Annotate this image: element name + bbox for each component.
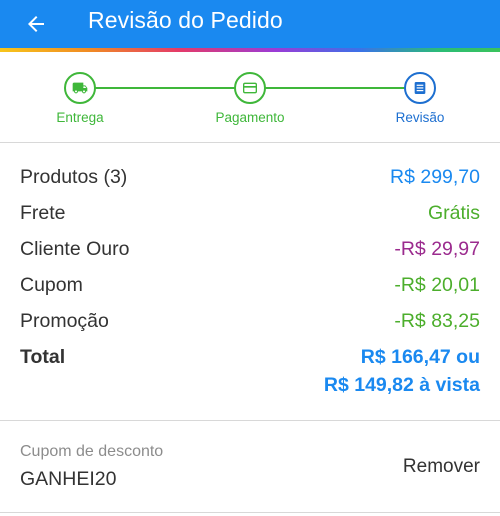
summary-row-cliente-ouro: Cliente Ouro -R$ 29,97: [0, 234, 500, 268]
step-circle: [234, 72, 266, 104]
summary-row-cupom: Cupom -R$ 20,01: [0, 270, 500, 304]
total-label: Total: [20, 346, 66, 368]
summary-value: Grátis: [427, 202, 480, 224]
summary-value: R$ 299,70: [390, 166, 480, 188]
step-pagamento[interactable]: Pagamento: [195, 72, 305, 125]
summary-value: -R$ 83,25: [394, 310, 480, 332]
step-circle: [64, 72, 96, 104]
divider: [0, 142, 500, 143]
step-label: Pagamento: [215, 110, 285, 125]
checkout-stepper: Entrega Pagamento Revisão: [0, 52, 500, 142]
step-label: Entrega: [56, 110, 104, 125]
divider: [0, 420, 500, 421]
back-button[interactable]: [18, 6, 54, 42]
step-label: Revisão: [395, 110, 445, 125]
total-cash-value: R$ 149,82 à vista: [323, 374, 480, 396]
page-title: Revisão do Pedido: [88, 7, 283, 33]
arrow-left-icon: [28, 16, 44, 32]
step-revisao[interactable]: Revisão: [365, 72, 475, 125]
step-circle: [404, 72, 436, 104]
summary-row-promocao: Promoção -R$ 83,25: [0, 306, 500, 340]
summary-label: Promoção: [20, 310, 109, 332]
credit-card-icon: [243, 82, 257, 94]
summary-value: -R$ 29,97: [394, 238, 480, 260]
app-bar: Revisão do Pedido: [0, 0, 500, 48]
list-icon: [414, 82, 426, 94]
summary-value: -R$ 20,01: [394, 274, 480, 296]
step-entrega[interactable]: Entrega: [25, 72, 135, 125]
summary-row-total-cash: R$ 149,82 à vista: [0, 370, 500, 404]
summary-label: Cliente Ouro: [20, 238, 130, 260]
divider: [0, 512, 500, 513]
summary-row-produtos: Produtos (3) R$ 299,70: [0, 162, 500, 196]
coupon-label: Cupom de desconto: [20, 443, 164, 460]
remove-coupon-button[interactable]: Remover: [403, 456, 480, 478]
truck-icon: [72, 82, 88, 94]
summary-label: Cupom: [20, 274, 83, 296]
summary-row-frete: Frete Grátis: [0, 198, 500, 232]
summary-label: Frete: [20, 202, 66, 224]
total-value: R$ 166,47 ou: [360, 346, 480, 368]
summary-label: Produtos (3): [20, 166, 128, 188]
coupon-code: GANHEI20: [20, 468, 117, 490]
